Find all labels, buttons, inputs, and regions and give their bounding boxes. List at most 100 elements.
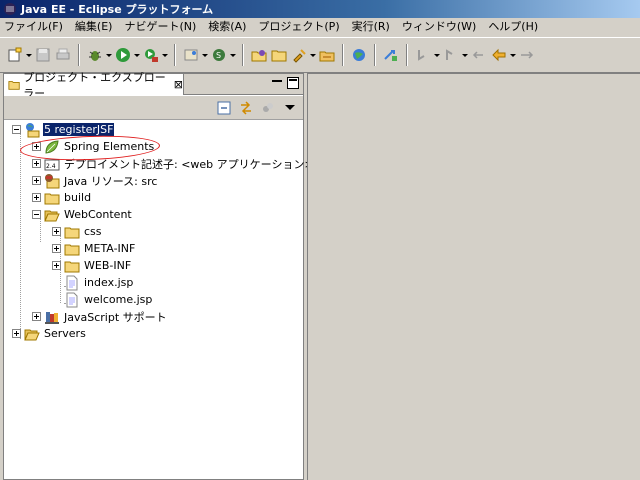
menu-file[interactable]: ファイル(F) — [0, 18, 69, 35]
expand-toggle[interactable] — [52, 244, 61, 253]
expand-toggle[interactable] — [32, 312, 41, 321]
open-task-button[interactable] — [317, 45, 337, 65]
tree-row-deployment-descriptor[interactable]: 2.4 デプロイメント記述子: <web アプリケーション> — [32, 155, 315, 172]
collapse-all-button[interactable] — [215, 99, 233, 117]
project-prefix: 5 — [44, 123, 51, 136]
servers-folder-icon — [24, 326, 40, 342]
menu-edit[interactable]: 編集(E) — [69, 18, 119, 35]
search-button[interactable] — [289, 45, 309, 65]
run-button[interactable] — [113, 45, 133, 65]
prev-annotation-dropdown[interactable] — [461, 45, 469, 65]
debug-button[interactable] — [85, 45, 105, 65]
project-label: 5 registerJSF — [43, 123, 115, 136]
tab-project-explorer[interactable]: プロジェクト・エクスプローラー ⊠ — [4, 71, 184, 100]
server-icon — [184, 49, 198, 61]
close-icon[interactable]: ⊠ — [174, 79, 183, 90]
folder-icon — [64, 241, 80, 257]
link-with-editor-button[interactable] — [237, 99, 255, 117]
new-class-button[interactable]: S — [209, 45, 229, 65]
back-button[interactable] — [489, 45, 509, 65]
menu-navigate[interactable]: ナビゲート(N) — [118, 18, 202, 35]
collapse-toggle[interactable] — [32, 210, 41, 219]
open-type-icon — [251, 50, 267, 62]
toolbar-separator — [342, 44, 344, 66]
java-resources-icon — [44, 173, 60, 189]
back-dropdown[interactable] — [509, 45, 517, 65]
save-button[interactable] — [33, 45, 53, 65]
search-dropdown[interactable] — [309, 45, 317, 65]
menu-window[interactable]: ウィンドウ(W) — [396, 18, 482, 35]
open-type-button[interactable] — [249, 45, 269, 65]
new-dropdown[interactable] — [25, 45, 33, 65]
tree-row-javascript-support[interactable]: JavaScript サポート — [32, 308, 168, 325]
tree-row-meta-inf[interactable]: META-INF — [52, 240, 136, 257]
maximize-button[interactable] — [287, 77, 299, 89]
tree-row-web-inf[interactable]: WEB-INF — [52, 257, 132, 274]
tree-row-project[interactable]: 5 registerJSF — [12, 121, 115, 138]
tree-label: WEB-INF — [84, 259, 132, 272]
last-edit-button[interactable] — [469, 45, 489, 65]
window-title: Java EE - Eclipse プラットフォーム — [21, 3, 214, 16]
tree-row-spring-elements[interactable]: Spring Elements — [32, 138, 155, 155]
project-name: registerJSF — [54, 123, 114, 136]
sync-button[interactable] — [381, 45, 401, 65]
menu-help[interactable]: ヘルプ(H) — [482, 18, 544, 35]
external-tools-dropdown[interactable] — [161, 45, 169, 65]
new-server-dropdown[interactable] — [201, 45, 209, 65]
expand-toggle[interactable] — [52, 227, 61, 236]
expand-toggle[interactable] — [32, 159, 41, 168]
tree-row-java-resources[interactable]: Java リソース: src — [32, 172, 158, 189]
folder-icon — [64, 258, 80, 274]
open-folder-button[interactable] — [269, 45, 289, 65]
view-menu-button[interactable] — [281, 99, 299, 117]
next-annotation-dropdown[interactable] — [433, 45, 441, 65]
menu-run[interactable]: 実行(R) — [346, 18, 396, 35]
external-tools-icon — [145, 49, 158, 62]
new-class-dropdown[interactable] — [229, 45, 237, 65]
forward-button[interactable] — [517, 45, 537, 65]
globe-icon — [353, 49, 365, 61]
project-explorer-view: プロジェクト・エクスプローラー ⊠ 5 registerJSF Spring E… — [3, 71, 314, 480]
menu-bar: ファイル(F) 編集(E) ナビゲート(N) 検索(A) プロジェクト(P) 実… — [0, 18, 640, 35]
web-browser-button[interactable] — [349, 45, 369, 65]
run-dropdown[interactable] — [133, 45, 141, 65]
menu-search[interactable]: 検索(A) — [202, 18, 252, 35]
print-button[interactable] — [53, 45, 73, 65]
expand-toggle[interactable] — [12, 329, 21, 338]
tree-row-welcome-jsp[interactable]: welcome.jsp — [52, 291, 153, 308]
tree-row-servers[interactable]: Servers — [12, 325, 87, 342]
editor-area — [307, 73, 640, 480]
expand-toggle[interactable] — [32, 176, 41, 185]
toolbar-separator — [174, 44, 176, 66]
tree-row-build[interactable]: build — [32, 189, 92, 206]
javascript-library-icon — [44, 309, 60, 325]
collapse-all-icon — [217, 101, 231, 114]
prev-annotation-icon — [446, 49, 453, 60]
toolbar-separator — [242, 44, 244, 66]
expand-toggle[interactable] — [32, 193, 41, 202]
expand-toggle[interactable] — [52, 261, 61, 270]
next-annotation-icon — [418, 50, 425, 61]
prev-annotation-button[interactable] — [441, 45, 461, 65]
save-icon — [36, 48, 50, 62]
next-annotation-button[interactable] — [413, 45, 433, 65]
folder-icon — [44, 190, 60, 206]
menu-project[interactable]: プロジェクト(P) — [252, 18, 345, 35]
tree-row-index-jsp[interactable]: index.jsp — [52, 274, 134, 291]
external-tools-button[interactable] — [141, 45, 161, 65]
tree-row-webcontent[interactable]: WebContent — [32, 206, 133, 223]
flashlight-icon — [293, 49, 306, 63]
filter-icon — [263, 102, 273, 112]
collapse-toggle[interactable] — [12, 125, 21, 134]
tree-label: META-INF — [84, 242, 136, 255]
new-server-button[interactable] — [181, 45, 201, 65]
debug-dropdown[interactable] — [105, 45, 113, 65]
minimize-button[interactable] — [271, 77, 283, 89]
folder-icon — [64, 224, 80, 240]
tree-label: Servers — [44, 327, 86, 340]
filters-button[interactable] — [259, 99, 277, 117]
expand-toggle[interactable] — [32, 142, 41, 151]
web-project-icon — [24, 122, 40, 138]
new-button[interactable] — [5, 45, 25, 65]
tree-row-css[interactable]: css — [52, 223, 103, 240]
